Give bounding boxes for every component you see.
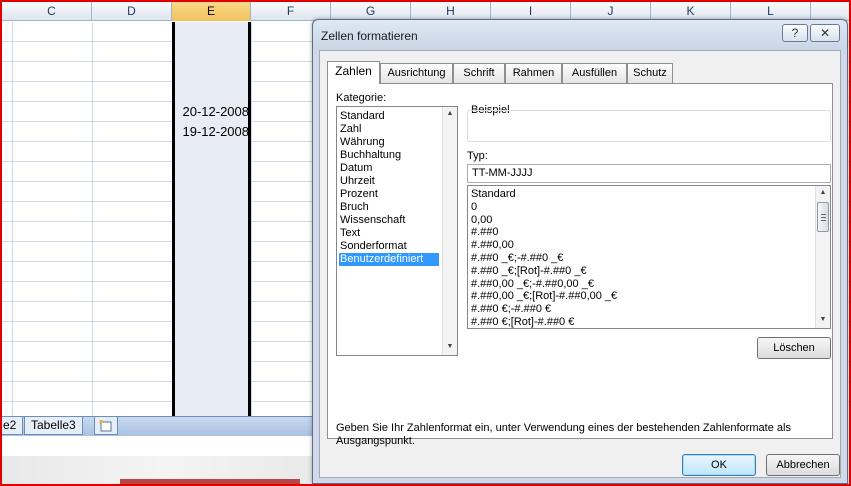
category-item[interactable]: Text	[339, 227, 439, 240]
category-item[interactable]: Buchhaltung	[339, 149, 439, 162]
category-item[interactable]: Wissenschaft	[339, 214, 439, 227]
dialog-titlebar[interactable]: Zellen formatieren ? ✕	[313, 20, 847, 50]
sheet-tab-tabelle3[interactable]: Tabelle3	[24, 417, 83, 435]
format-item[interactable]: 0	[470, 201, 810, 214]
hint-text: Geben Sie Ihr Zahlenformat ein, unter Ve…	[336, 422, 791, 447]
category-item[interactable]: Benutzerdefiniert	[339, 253, 439, 266]
tab-schrift[interactable]: Schrift	[453, 63, 505, 83]
category-item[interactable]: Uhrzeit	[339, 175, 439, 188]
ok-button[interactable]: OK	[682, 454, 756, 476]
scroll-up-icon[interactable]: ▲	[816, 186, 830, 200]
format-scrollbar[interactable]: ▲ ▼	[815, 186, 830, 328]
format-item[interactable]: #.##0 €;[Rot]-#.##0 €	[470, 316, 810, 329]
type-label: Typ:	[467, 150, 488, 162]
sample-box	[467, 110, 831, 142]
category-item[interactable]: Bruch	[339, 201, 439, 214]
tab-zahlen[interactable]: Zahlen	[327, 61, 380, 84]
tab-ausrichtung[interactable]: Ausrichtung	[380, 63, 453, 83]
help-button[interactable]: ?	[782, 24, 808, 42]
sheet-tab-bar: e2 Tabelle3	[0, 416, 330, 436]
format-item[interactable]: #.##0,00 _€;[Rot]-#.##0,00 _€	[470, 290, 810, 303]
selected-column-e[interactable]	[172, 22, 251, 416]
cell-e-date-2[interactable]: 19-12-2008	[176, 124, 250, 139]
column-header-d[interactable]: D	[92, 2, 172, 21]
grid-line	[12, 22, 13, 416]
close-icon: ✕	[819, 26, 831, 40]
frame-border	[0, 0, 2, 486]
dialog-body: Zahlen Ausrichtung Schrift Rahmen Ausfül…	[319, 50, 841, 478]
cancel-button[interactable]: Abbrechen	[766, 454, 840, 476]
delete-button[interactable]: Löschen	[757, 337, 831, 359]
frame-border	[0, 0, 851, 2]
category-item[interactable]: Währung	[339, 136, 439, 149]
column-header-c[interactable]: C	[12, 2, 92, 21]
format-cells-dialog: Zellen formatieren ? ✕ Zahlen Ausrichtun…	[312, 19, 848, 484]
grid-line	[251, 22, 252, 416]
dialog-title: Zellen formatieren	[321, 29, 418, 43]
tab-panel-zahlen: Kategorie: ▲ ▼ Standard Zahl Währung Buchha…	[327, 83, 833, 447]
format-item[interactable]: #.##0,00	[470, 239, 810, 252]
category-item[interactable]: Zahl	[339, 123, 439, 136]
category-item[interactable]: Datum	[339, 162, 439, 175]
scroll-up-icon[interactable]: ▲	[443, 107, 457, 121]
format-item[interactable]: 0,00	[470, 214, 810, 227]
sheet-tab-tabelle2[interactable]: e2	[0, 417, 24, 435]
type-input[interactable]: TT-MM-JJJJ	[467, 164, 831, 183]
grid-line	[92, 22, 93, 416]
tab-schutz[interactable]: Schutz	[627, 63, 673, 83]
close-button[interactable]: ✕	[810, 24, 840, 42]
category-item[interactable]: Standard	[339, 110, 439, 123]
format-listbox[interactable]: ▲ ▼ Standard 0 0,00 #.##0 #.##0,00 #.##0 _€;-…	[467, 185, 831, 329]
format-item[interactable]: Standard	[470, 188, 810, 201]
format-item[interactable]: #.##0 _€;-#.##0 _€	[470, 252, 810, 265]
format-item[interactable]: #.##0 €;-#.##0 €	[470, 303, 810, 316]
cell-e-date-1[interactable]: 20-12-2008	[176, 104, 250, 119]
category-item[interactable]: Prozent	[339, 188, 439, 201]
category-item[interactable]: Sonderformat	[339, 240, 439, 253]
column-header-e[interactable]: E	[172, 2, 251, 21]
scroll-thumb[interactable]	[817, 202, 829, 232]
category-listbox[interactable]: ▲ ▼ Standard Zahl Währung Buchhaltung Datum U…	[336, 106, 458, 356]
tab-ausfuellen[interactable]: Ausfüllen	[562, 63, 627, 83]
format-item[interactable]: #.##0	[470, 226, 810, 239]
tab-rahmen[interactable]: Rahmen	[505, 63, 562, 83]
help-icon: ?	[791, 26, 799, 40]
category-label: Kategorie:	[336, 92, 387, 104]
format-item[interactable]: #.##0,00 _€;-#.##0,00 _€	[470, 278, 810, 291]
category-scrollbar[interactable]: ▲ ▼	[442, 107, 457, 355]
format-item[interactable]: #.##0 _€;[Rot]-#.##0 _€	[470, 265, 810, 278]
insert-sheet-icon[interactable]	[94, 417, 118, 435]
scroll-down-icon[interactable]: ▼	[443, 340, 457, 354]
scroll-down-icon[interactable]: ▼	[816, 313, 830, 327]
